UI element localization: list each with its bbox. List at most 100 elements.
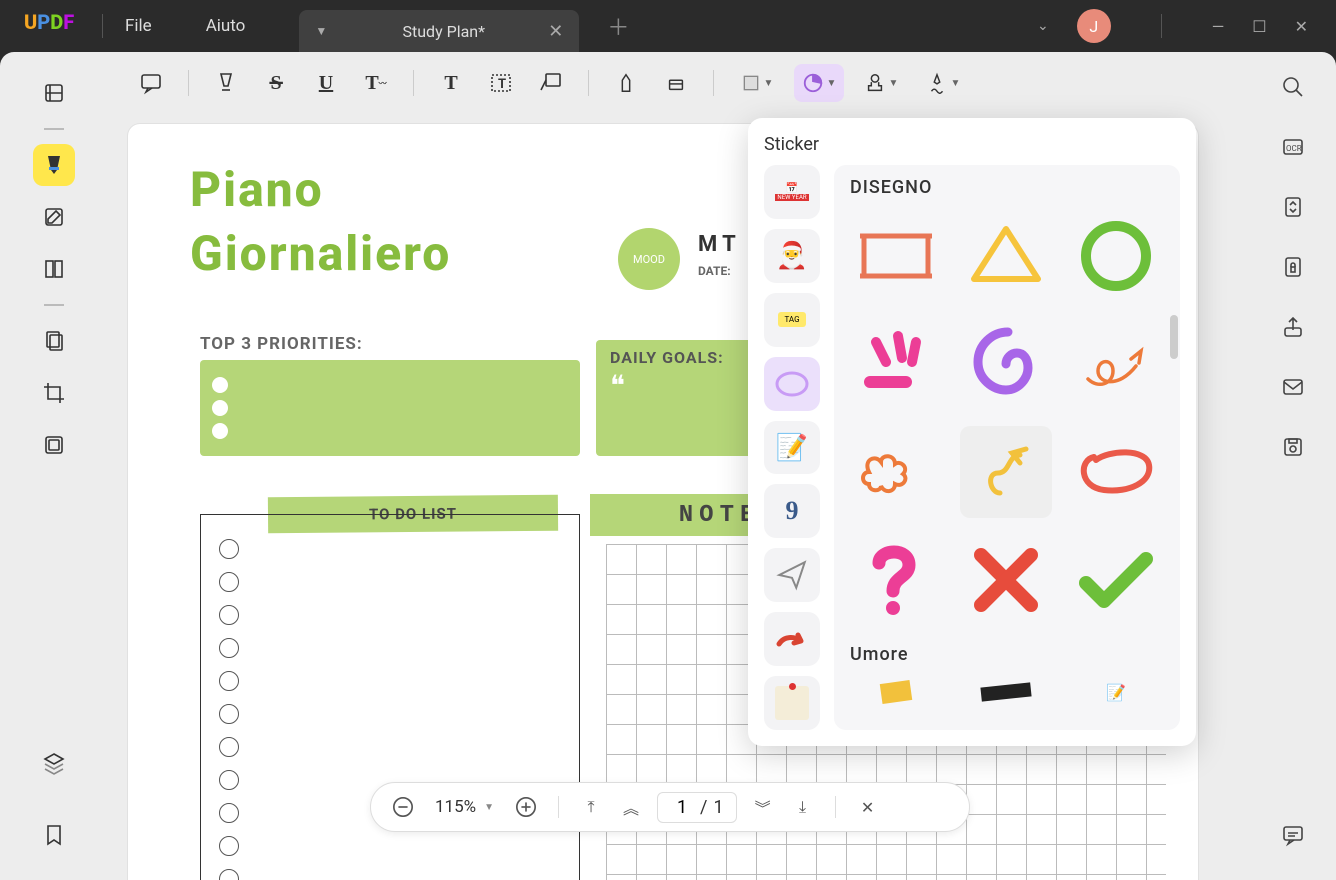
document-tab[interactable]: ▼ Study Plan* ✕ [299, 10, 579, 52]
todo-item [219, 737, 239, 757]
sticker-cat-tag[interactable]: TAG [764, 293, 820, 347]
priority-dot [212, 400, 228, 416]
menu-help[interactable]: Aiuto [206, 16, 246, 36]
chat-icon[interactable] [1278, 820, 1308, 850]
prev-page-button[interactable]: ︽ [617, 793, 645, 821]
highlight-tool[interactable] [207, 64, 245, 102]
sticker-grid-area: DISEGNO Umore 📝 [834, 165, 1180, 730]
zoom-out-button[interactable] [389, 793, 417, 821]
page-controls: 115%▼ ⤒ ︽ / 1 ︾ ⤓ ✕ [370, 782, 970, 832]
stamp-tool[interactable]: ▼ [856, 64, 906, 102]
search-icon[interactable] [1278, 72, 1308, 102]
sticker-dashes[interactable] [850, 318, 942, 410]
sticker-preview[interactable] [850, 677, 942, 707]
bookmark-tool[interactable] [33, 814, 75, 856]
sticker-circle[interactable] [1070, 210, 1162, 302]
window-close-icon[interactable]: ✕ [1295, 17, 1308, 36]
reader-tool[interactable] [33, 72, 75, 114]
share-icon[interactable] [1278, 312, 1308, 342]
sticker-question[interactable] [850, 534, 942, 626]
todo-item [219, 803, 239, 823]
shape-tool[interactable]: ▼ [732, 64, 782, 102]
callout-tool[interactable] [532, 64, 570, 102]
page-input[interactable] [670, 797, 694, 818]
sticker-preview[interactable] [960, 677, 1052, 707]
sticker-cat-newyear[interactable]: 📅NEW YEAR [764, 165, 820, 219]
last-page-button[interactable]: ⤓ [789, 793, 817, 821]
window-maximize-icon[interactable]: ☐ [1252, 17, 1266, 36]
left-sidebar [0, 52, 108, 880]
crop-tool[interactable] [33, 372, 75, 414]
divider [44, 304, 64, 306]
sticker-zigzag-arrow[interactable] [960, 426, 1052, 518]
text-tool[interactable]: T [432, 64, 470, 102]
window-minimize-icon[interactable]: — [1212, 17, 1225, 36]
sticker-cat-drawing[interactable] [764, 357, 820, 411]
textbox-tool[interactable]: T [482, 64, 520, 102]
scrollbar-thumb[interactable] [1170, 315, 1178, 359]
todo-item [219, 770, 239, 790]
comment-tool[interactable] [33, 144, 75, 186]
sticker-cat-christmas[interactable]: 🎅 [764, 229, 820, 283]
eraser-tool[interactable] [657, 64, 695, 102]
divider [102, 14, 103, 38]
redact-tool[interactable] [33, 424, 75, 466]
svg-text:T: T [498, 77, 506, 92]
priorities-label: TOP 3 PRIORITIES: [200, 334, 363, 354]
separator [713, 70, 714, 96]
page-total: 1 [713, 797, 723, 818]
todo-item [219, 605, 239, 625]
sticker-panel-title: Sticker [764, 134, 1180, 155]
sticker-curly-arrow[interactable] [1070, 318, 1162, 410]
email-icon[interactable] [1278, 372, 1308, 402]
sticker-cat-arrow[interactable] [764, 612, 820, 666]
strikethrough-tool[interactable]: S— [257, 64, 295, 102]
sticker-triangle[interactable] [960, 210, 1052, 302]
chevron-down-icon[interactable]: ⌄ [1037, 18, 1049, 34]
pencil-tool[interactable] [607, 64, 645, 102]
note-tool[interactable] [132, 64, 170, 102]
sticker-cat-plane[interactable] [764, 548, 820, 602]
tab-add-button[interactable]: ＋ [607, 10, 629, 42]
tab-dropdown-icon[interactable]: ▼ [315, 24, 327, 38]
convert-icon[interactable] [1278, 192, 1308, 222]
edit-tool[interactable] [33, 196, 75, 238]
sticker-rectangle[interactable] [850, 210, 942, 302]
todo-item [219, 539, 239, 559]
ocr-icon[interactable]: OCR [1278, 132, 1308, 162]
page-indicator[interactable]: / 1 [657, 792, 737, 823]
sticker-tool[interactable]: ▼ [794, 64, 844, 102]
first-page-button[interactable]: ⤒ [577, 793, 605, 821]
right-sidebar: OCR [1250, 52, 1336, 880]
sticker-cross[interactable] [960, 534, 1052, 626]
sticker-cat-pinnote[interactable] [764, 676, 820, 730]
todo-item [219, 704, 239, 724]
next-page-button[interactable]: ︾ [749, 793, 777, 821]
sticker-panel: Sticker 📅NEW YEAR 🎅 TAG 📝 9 DISEGNO [748, 118, 1196, 746]
zoom-level[interactable]: 115%▼ [435, 797, 494, 817]
user-avatar[interactable]: J [1077, 9, 1111, 43]
page-tool[interactable] [33, 248, 75, 290]
sticker-cloud[interactable] [850, 426, 942, 518]
organize-tool[interactable] [33, 320, 75, 362]
zoom-in-button[interactable] [512, 793, 540, 821]
sticker-check[interactable] [1070, 534, 1162, 626]
tab-close-icon[interactable]: ✕ [548, 21, 563, 42]
squiggly-tool[interactable]: T〰 [357, 64, 395, 102]
underline-tool[interactable]: U [307, 64, 345, 102]
sticker-preview[interactable]: 📝 [1070, 677, 1162, 707]
menu-file[interactable]: File [125, 16, 152, 36]
sticker-cat-number[interactable]: 9 [764, 484, 820, 538]
protect-icon[interactable] [1278, 252, 1308, 282]
signature-tool[interactable]: ▼ [918, 64, 968, 102]
sticker-cat-notepad[interactable]: 📝 [764, 421, 820, 475]
title-bar: UPDF File Aiuto ▼ Study Plan* ✕ ＋ ⌄ J — … [0, 0, 1336, 52]
sticker-group-title-2: Umore [850, 644, 1164, 665]
close-controls-button[interactable]: ✕ [854, 793, 882, 821]
layers-tool[interactable] [33, 742, 75, 784]
save-icon[interactable] [1278, 432, 1308, 462]
sticker-spiral[interactable] [960, 318, 1052, 410]
date-label: DATE: [698, 264, 731, 278]
sticker-oval[interactable] [1070, 426, 1162, 518]
todo-item [219, 638, 239, 658]
